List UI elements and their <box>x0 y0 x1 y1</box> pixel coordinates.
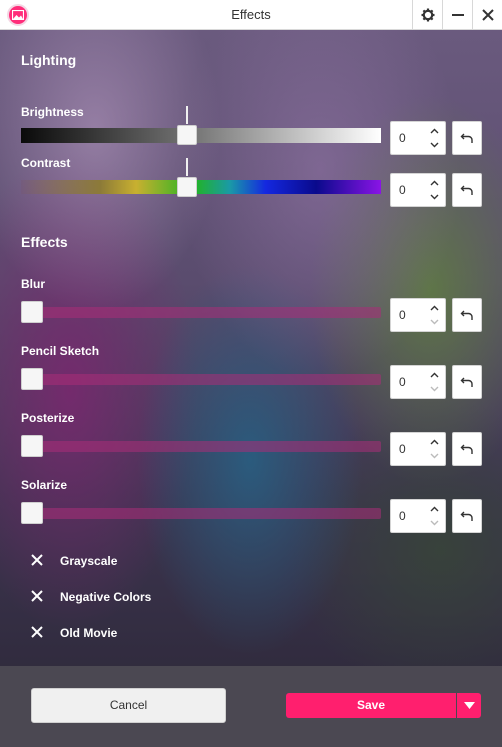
effects-panel: Lighting Brightness 0 Contrast 0 Effects… <box>0 30 502 747</box>
posterize-label: Posterize <box>21 411 75 425</box>
lighting-heading: Lighting <box>21 52 77 68</box>
old-movie-label[interactable]: Old Movie <box>60 626 117 640</box>
caret-down-icon <box>463 702 475 709</box>
contrast-spinbox[interactable]: 0 <box>390 173 446 207</box>
chevron-up-icon[interactable] <box>427 125 441 137</box>
cancel-button[interactable]: Cancel <box>31 688 226 723</box>
close-icon <box>481 9 494 21</box>
contrast-label: Contrast <box>21 156 71 170</box>
contrast-value[interactable]: 0 <box>399 174 406 206</box>
blur-label: Blur <box>21 277 45 291</box>
brightness-slider-thumb[interactable] <box>177 125 197 145</box>
pencil-sketch-slider[interactable] <box>21 374 381 385</box>
posterize-spinbox[interactable]: 0 <box>390 432 446 466</box>
undo-icon <box>460 310 473 320</box>
dialog-footer: Cancel Save <box>0 666 502 747</box>
effects-heading: Effects <box>21 234 68 250</box>
contrast-slider[interactable] <box>21 180 381 194</box>
effects-window: Effects Lighting Brightness 0 Contrast 0… <box>0 0 502 747</box>
pencil-sketch-slider-thumb[interactable] <box>21 368 43 390</box>
minimize-button[interactable] <box>442 0 472 30</box>
settings-button[interactable] <box>412 0 442 30</box>
undo-icon <box>460 377 473 387</box>
chevron-up-icon[interactable] <box>427 436 441 448</box>
brightness-slider[interactable] <box>21 128 381 143</box>
brightness-reset-button[interactable] <box>452 121 482 155</box>
chevron-down-icon[interactable] <box>427 517 441 529</box>
undo-icon <box>460 511 473 521</box>
close-button[interactable] <box>472 0 502 30</box>
gear-icon <box>421 8 434 22</box>
posterize-reset-button[interactable] <box>452 432 482 466</box>
pencil-sketch-spinbox[interactable]: 0 <box>390 365 446 399</box>
minimize-icon <box>451 14 464 16</box>
x-icon <box>31 626 43 638</box>
solarize-label: Solarize <box>21 478 68 492</box>
brightness-label: Brightness <box>21 105 84 119</box>
chevron-down-icon[interactable] <box>427 383 441 395</box>
solarize-slider[interactable] <box>21 508 381 519</box>
brightness-center-marker <box>186 106 188 124</box>
blur-reset-button[interactable] <box>452 298 482 332</box>
undo-icon <box>460 185 473 195</box>
blur-value[interactable]: 0 <box>399 299 406 331</box>
title-bar: Effects <box>0 0 502 30</box>
contrast-center-marker <box>186 158 188 176</box>
chevron-up-icon[interactable] <box>427 302 441 314</box>
posterize-slider-thumb[interactable] <box>21 435 43 457</box>
undo-icon <box>460 444 473 454</box>
blur-slider[interactable] <box>21 307 381 318</box>
blur-slider-thumb[interactable] <box>21 301 43 323</box>
chevron-down-icon[interactable] <box>427 191 441 203</box>
negative-colors-label[interactable]: Negative Colors <box>60 590 151 604</box>
old-movie-checkbox[interactable] <box>29 624 45 640</box>
brightness-value[interactable]: 0 <box>399 122 406 154</box>
save-button[interactable]: Save <box>286 693 456 718</box>
posterize-value[interactable]: 0 <box>399 433 406 465</box>
chevron-up-icon[interactable] <box>427 503 441 515</box>
save-options-button[interactable] <box>457 693 481 718</box>
pencil-sketch-label: Pencil Sketch <box>21 344 100 358</box>
blur-spinbox[interactable]: 0 <box>390 298 446 332</box>
pencil-sketch-reset-button[interactable] <box>452 365 482 399</box>
x-icon <box>31 590 43 602</box>
contrast-slider-thumb[interactable] <box>177 177 197 197</box>
undo-icon <box>460 133 473 143</box>
posterize-slider[interactable] <box>21 441 381 452</box>
solarize-reset-button[interactable] <box>452 499 482 533</box>
solarize-spinbox[interactable]: 0 <box>390 499 446 533</box>
chevron-down-icon[interactable] <box>427 316 441 328</box>
chevron-down-icon[interactable] <box>427 450 441 462</box>
chevron-up-icon[interactable] <box>427 369 441 381</box>
grayscale-label[interactable]: Grayscale <box>60 554 117 568</box>
solarize-value[interactable]: 0 <box>399 500 406 532</box>
chevron-up-icon[interactable] <box>427 177 441 189</box>
brightness-spinbox[interactable]: 0 <box>390 121 446 155</box>
chevron-down-icon[interactable] <box>427 139 441 151</box>
contrast-reset-button[interactable] <box>452 173 482 207</box>
grayscale-checkbox[interactable] <box>29 552 45 568</box>
negative-colors-checkbox[interactable] <box>29 588 45 604</box>
x-icon <box>31 554 43 566</box>
solarize-slider-thumb[interactable] <box>21 502 43 524</box>
pencil-sketch-value[interactable]: 0 <box>399 366 406 398</box>
